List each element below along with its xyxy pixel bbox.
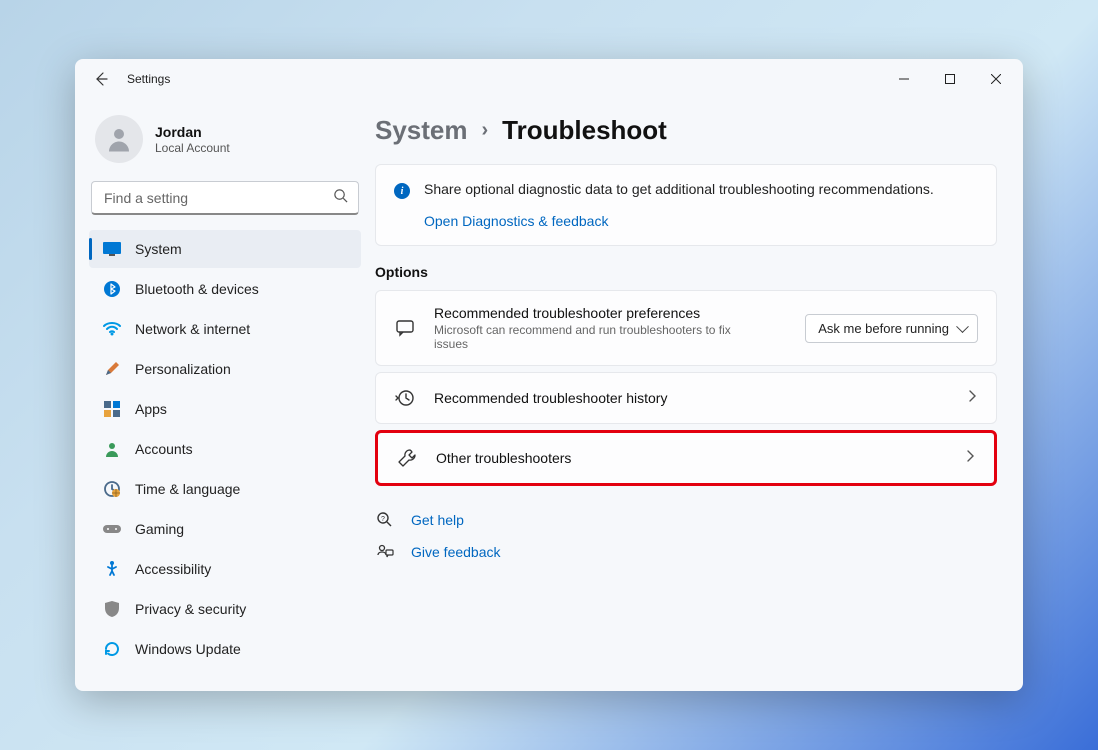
brush-icon (103, 360, 121, 378)
person-icon (104, 124, 134, 154)
sidebar: Jordan Local Account System Bluetooth & … (75, 99, 375, 691)
minimize-button[interactable] (881, 63, 927, 95)
sidebar-item-personalization[interactable]: Personalization (89, 350, 361, 388)
sidebar-item-windows-update[interactable]: Windows Update (89, 630, 361, 668)
minimize-icon (899, 74, 909, 84)
sidebar-item-accessibility[interactable]: Accessibility (89, 550, 361, 588)
give-feedback-link[interactable]: Give feedback (375, 542, 997, 562)
other-title: Other troubleshooters (436, 450, 946, 466)
profile[interactable]: Jordan Local Account (83, 109, 367, 181)
search-input[interactable] (102, 189, 333, 207)
other-troubleshooters-row[interactable]: Other troubleshooters (378, 433, 994, 483)
accessibility-icon (103, 560, 121, 578)
close-icon (991, 74, 1001, 84)
sidebar-item-label: Gaming (135, 521, 184, 537)
preferences-title: Recommended troubleshooter preferences (434, 305, 787, 321)
sidebar-item-apps[interactable]: Apps (89, 390, 361, 428)
sidebar-item-accounts[interactable]: Accounts (89, 430, 361, 468)
close-button[interactable] (973, 63, 1019, 95)
feedback-icon (375, 542, 395, 562)
options-section-title: Options (375, 264, 997, 280)
window-controls (881, 63, 1019, 95)
sidebar-item-label: Privacy & security (135, 601, 246, 617)
sidebar-item-label: Personalization (135, 361, 231, 377)
get-help-link[interactable]: ? Get help (375, 510, 997, 530)
chevron-right-icon: › (482, 119, 489, 142)
preferences-subtitle: Microsoft can recommend and run troubles… (434, 323, 754, 351)
sidebar-item-label: Apps (135, 401, 167, 417)
shield-icon (103, 600, 121, 618)
sidebar-item-label: Accounts (135, 441, 193, 457)
breadcrumb-parent[interactable]: System (375, 115, 468, 146)
sidebar-item-label: Time & language (135, 481, 240, 497)
history-icon (394, 387, 416, 409)
footer-links: ? Get help Give feedback (375, 510, 997, 562)
sidebar-item-label: System (135, 241, 182, 257)
search-box[interactable] (91, 181, 359, 215)
give-feedback-label: Give feedback (411, 544, 501, 560)
settings-window: Settings Jordan Local Account (75, 59, 1023, 691)
chat-icon (394, 317, 416, 339)
main-content: System › Troubleshoot i Share optional d… (375, 99, 1023, 691)
diagnostics-info-text: Share optional diagnostic data to get ad… (424, 181, 934, 197)
update-icon (103, 640, 121, 658)
profile-account-type: Local Account (155, 141, 230, 155)
window-title: Settings (127, 72, 170, 86)
sidebar-item-network[interactable]: Network & internet (89, 310, 361, 348)
sidebar-item-label: Accessibility (135, 561, 211, 577)
wrench-icon (396, 447, 418, 469)
breadcrumb: System › Troubleshoot (375, 115, 997, 146)
wifi-icon (103, 320, 121, 338)
gamepad-icon (103, 520, 121, 538)
svg-text:?: ? (381, 516, 385, 523)
sidebar-item-privacy[interactable]: Privacy & security (89, 590, 361, 628)
chevron-right-icon (964, 449, 976, 467)
apps-icon (103, 400, 121, 418)
sidebar-nav: System Bluetooth & devices Network & int… (83, 229, 367, 669)
troubleshooter-preferences-row[interactable]: Recommended troubleshooter preferences M… (375, 290, 997, 366)
maximize-icon (945, 74, 955, 84)
sidebar-item-label: Network & internet (135, 321, 250, 337)
page-title: Troubleshoot (502, 115, 667, 146)
help-icon: ? (375, 510, 395, 530)
person-icon (103, 440, 121, 458)
preferences-dropdown[interactable]: Ask me before running (805, 314, 978, 343)
sidebar-item-bluetooth[interactable]: Bluetooth & devices (89, 270, 361, 308)
search-icon (333, 188, 348, 208)
open-diagnostics-link[interactable]: Open Diagnostics & feedback (424, 213, 978, 229)
arrow-left-icon (93, 71, 109, 87)
diagnostics-info-card: i Share optional diagnostic data to get … (375, 164, 997, 246)
history-title: Recommended troubleshooter history (434, 390, 948, 406)
other-troubleshooters-highlight: Other troubleshooters (375, 430, 997, 486)
profile-name: Jordan (155, 123, 230, 141)
system-icon (103, 240, 121, 258)
sidebar-item-label: Windows Update (135, 641, 241, 657)
info-icon: i (394, 183, 410, 199)
sidebar-item-system[interactable]: System (89, 230, 361, 268)
chevron-right-icon (966, 389, 978, 407)
maximize-button[interactable] (927, 63, 973, 95)
sidebar-item-time-language[interactable]: Time & language (89, 470, 361, 508)
clock-globe-icon (103, 480, 121, 498)
titlebar: Settings (75, 59, 1023, 99)
get-help-label: Get help (411, 512, 464, 528)
back-button[interactable] (87, 65, 115, 93)
sidebar-item-gaming[interactable]: Gaming (89, 510, 361, 548)
avatar (95, 115, 143, 163)
bluetooth-icon (103, 280, 121, 298)
troubleshooter-history-row[interactable]: Recommended troubleshooter history (375, 372, 997, 424)
sidebar-item-label: Bluetooth & devices (135, 281, 259, 297)
